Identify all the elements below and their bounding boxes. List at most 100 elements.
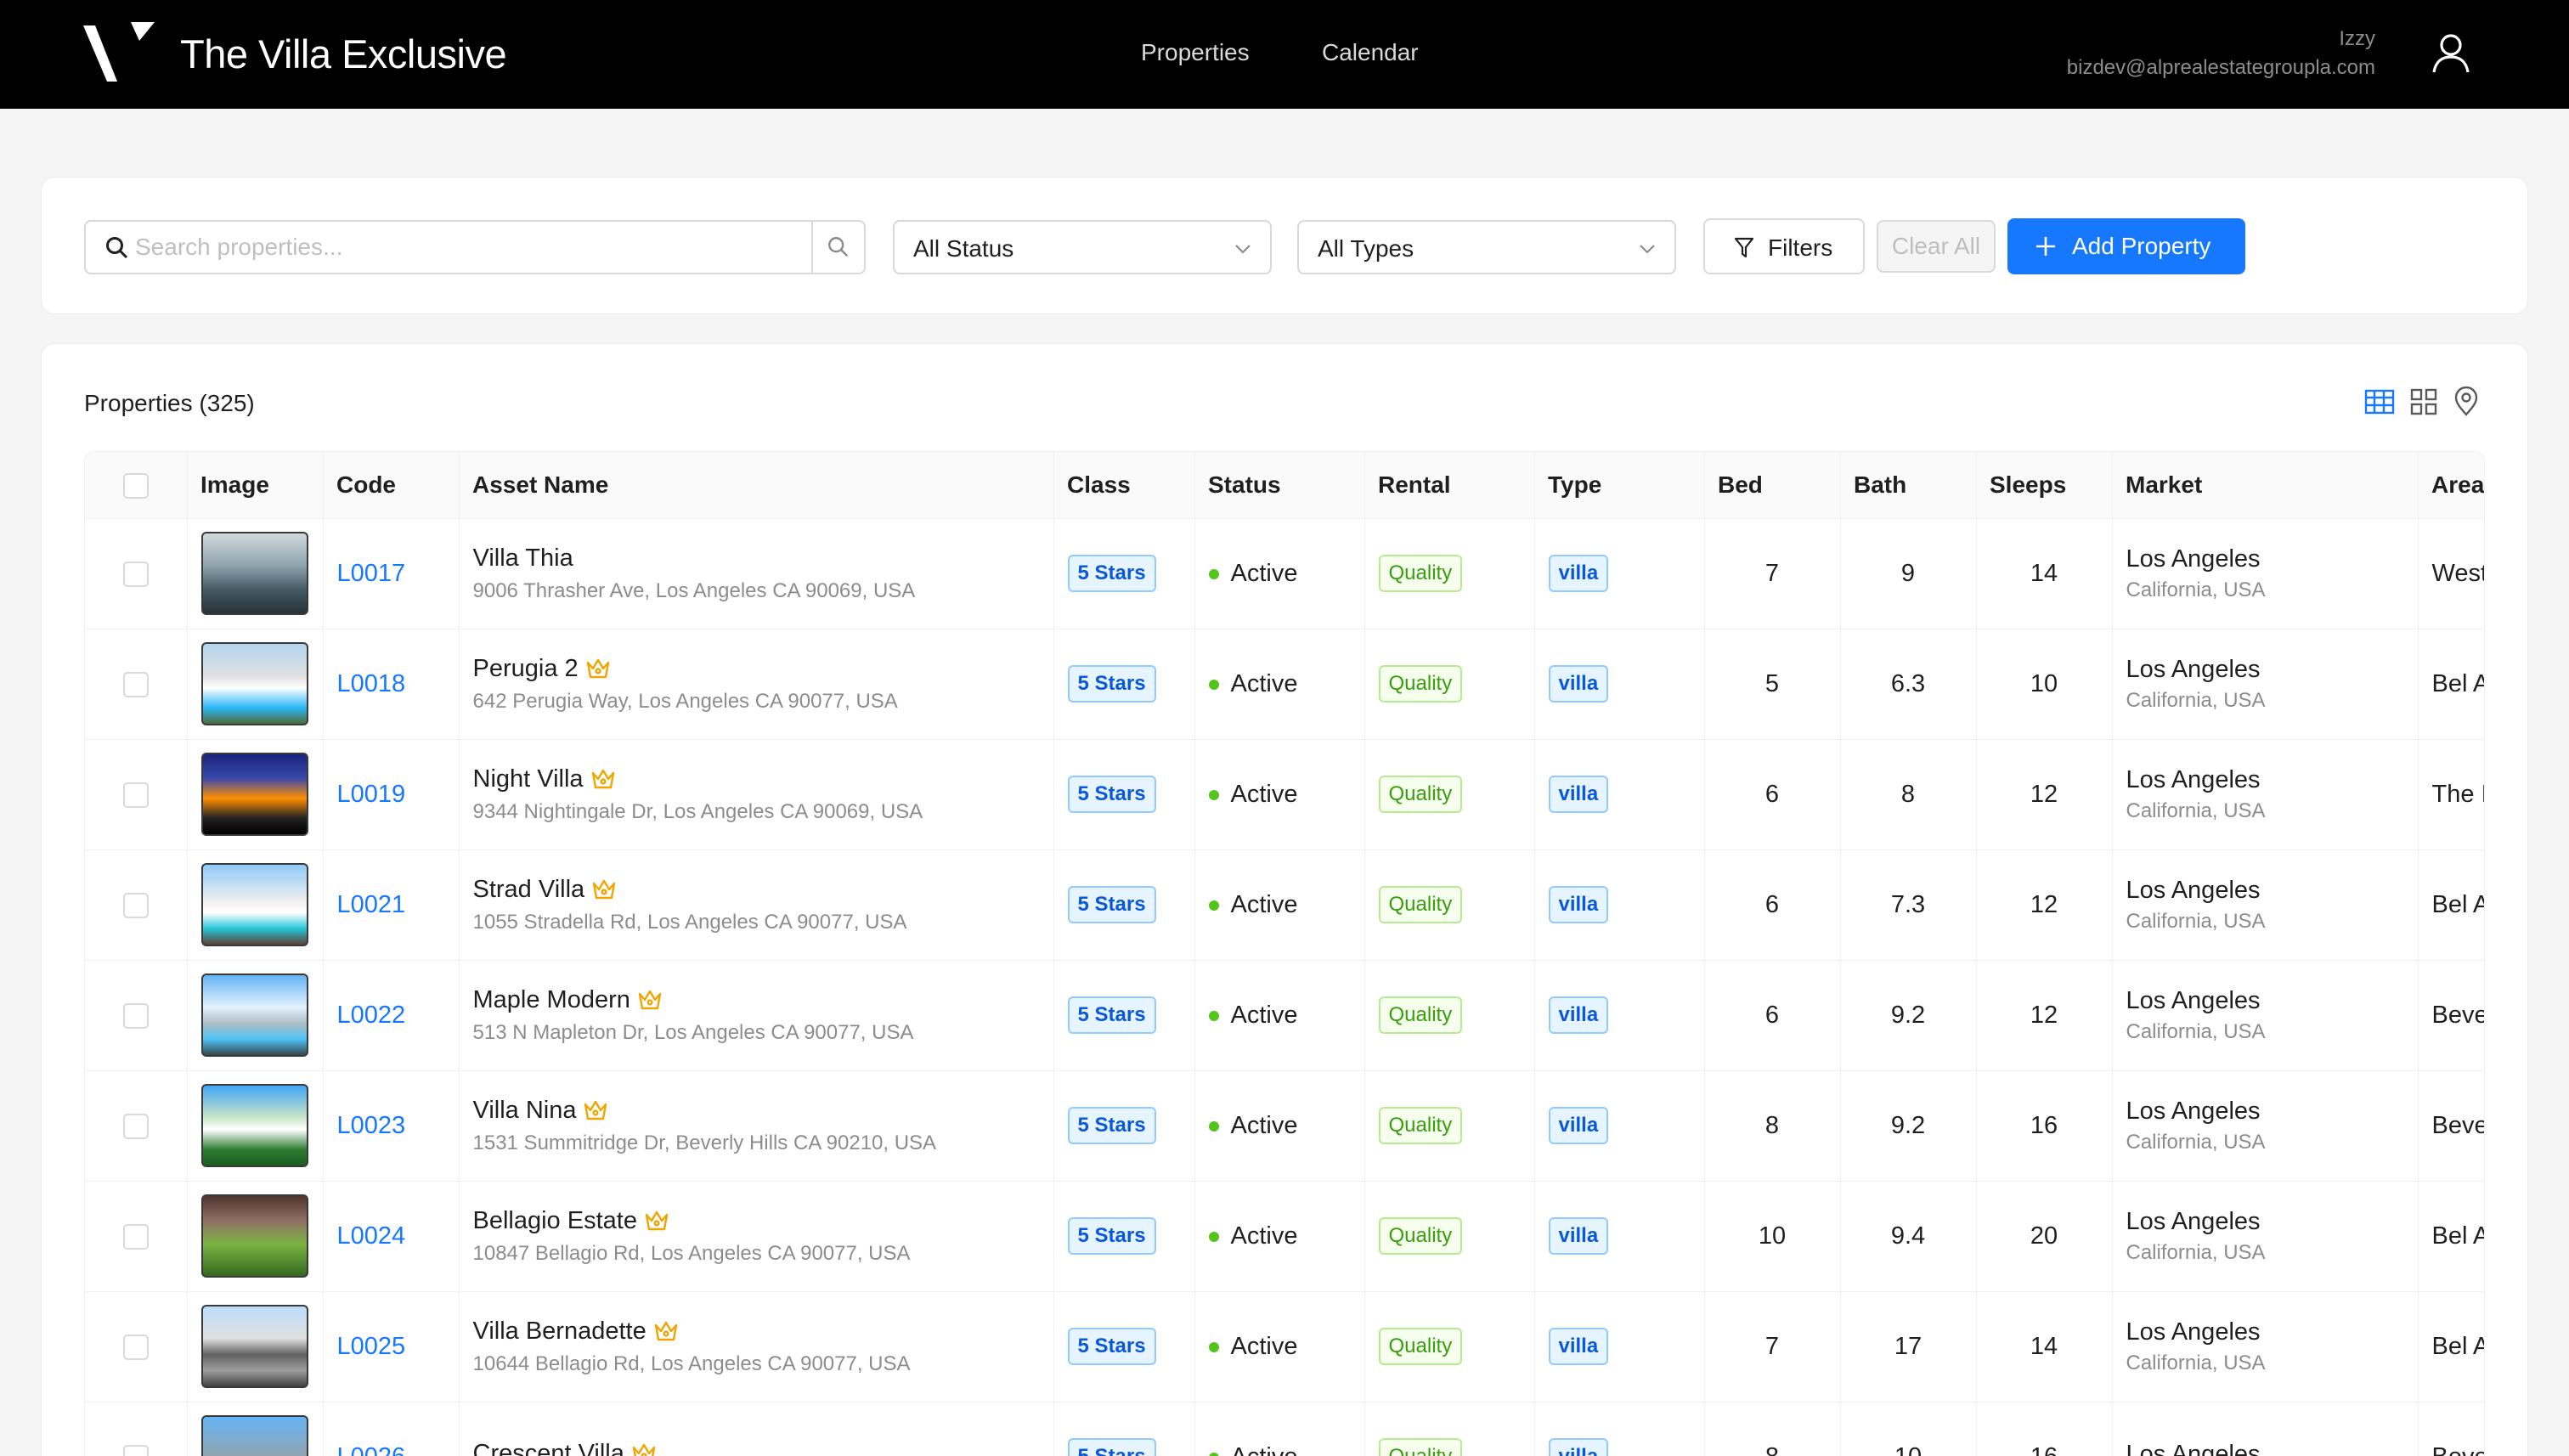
properties-table: Image Code Asset Name Class Status Renta… (85, 452, 2484, 1456)
type-select-value: All Types (1318, 235, 1414, 262)
row-checkbox[interactable] (122, 1002, 149, 1029)
asset-name[interactable]: Villa Bernadette (473, 1318, 1040, 1346)
asset-name-text: Villa Bernadette (472, 1317, 646, 1345)
property-thumbnail[interactable] (200, 532, 308, 615)
row-code-cell: L0022 (323, 960, 460, 1071)
asset-name[interactable]: Perugia 2 (473, 655, 1040, 683)
col-header-code[interactable]: Code (323, 452, 459, 519)
table-row[interactable]: L0023 Villa Nina 1531 Summitridge Dr, Be… (85, 1070, 2484, 1182)
status-select-value: All Status (913, 235, 1014, 262)
row-type-cell: villa (1534, 849, 1705, 961)
row-select-cell (85, 629, 188, 740)
row-code-cell: L0018 (323, 629, 460, 740)
property-code-link[interactable]: L0021 (337, 891, 406, 918)
status-select[interactable]: All Status (893, 220, 1272, 274)
row-checkbox[interactable] (122, 892, 149, 918)
col-header-rental[interactable]: Rental (1364, 452, 1534, 519)
col-header-area[interactable]: Area (2418, 452, 2484, 519)
col-header-image[interactable]: Image (187, 452, 323, 519)
row-market-cell: Los Angeles California, USA (2112, 629, 2419, 740)
row-rental-cell: Quality (1364, 849, 1535, 961)
type-tag: villa (1548, 1438, 1609, 1456)
asset-name[interactable]: Villa Thia (473, 545, 1040, 573)
asset-name[interactable]: Bellagio Estate (473, 1207, 1040, 1235)
col-header-bed[interactable]: Bed (1704, 452, 1840, 519)
row-checkbox[interactable] (122, 782, 149, 808)
col-header-type[interactable]: Type (1534, 452, 1704, 519)
asset-name[interactable]: Villa Nina (473, 1097, 1040, 1125)
property-thumbnail[interactable] (200, 1084, 308, 1167)
rental-tag: Quality (1378, 886, 1463, 923)
col-header-market[interactable]: Market (2112, 452, 2418, 519)
asset-name-text: Villa Thia (472, 544, 573, 572)
col-header-status[interactable]: Status (1194, 452, 1364, 519)
clear-all-button[interactable]: Clear All (1877, 220, 1996, 273)
row-checkbox[interactable] (122, 1223, 149, 1250)
property-thumbnail[interactable] (200, 1305, 308, 1388)
row-checkbox[interactable] (122, 671, 149, 697)
property-thumbnail[interactable] (200, 1194, 308, 1278)
property-thumbnail[interactable] (200, 642, 308, 725)
property-code-link[interactable]: L0019 (337, 781, 406, 808)
asset-name[interactable]: Strad Villa (473, 876, 1040, 904)
row-class-cell: 5 Stars (1053, 1291, 1195, 1402)
search-button[interactable] (811, 222, 864, 273)
select-all-checkbox[interactable] (123, 473, 149, 499)
add-property-button[interactable]: Add Property (2007, 218, 2245, 274)
status-text: Active (1230, 890, 1298, 918)
property-code-link[interactable]: L0023 (337, 1112, 406, 1139)
area-cell: Beve (2418, 1402, 2484, 1456)
table-row[interactable]: L0025 Villa Bernadette 10644 Bellagio Rd… (85, 1291, 2484, 1402)
row-checkbox[interactable] (122, 1444, 149, 1456)
asset-name[interactable]: Maple Modern (473, 986, 1040, 1014)
nav-properties[interactable]: Properties (1141, 39, 1250, 66)
row-checkbox[interactable] (122, 561, 149, 587)
col-header-class[interactable]: Class (1053, 452, 1194, 519)
table-row[interactable]: L0018 Perugia 2 642 Perugia Way, Los Ang… (85, 629, 2484, 740)
search-icon (828, 237, 849, 257)
class-tag: 5 Stars (1067, 776, 1156, 813)
table-row[interactable]: L0022 Maple Modern 513 N Mapleton Dr, Lo… (85, 960, 2484, 1071)
property-thumbnail[interactable] (200, 973, 308, 1057)
table-row[interactable]: L0019 Night Villa 9344 Nightingale Dr, L… (85, 739, 2484, 850)
property-code-link[interactable]: L0026 (337, 1443, 406, 1456)
brand-logo-icon[interactable] (83, 22, 155, 85)
col-header-sleeps[interactable]: Sleeps (1976, 452, 2112, 519)
row-type-cell: villa (1534, 1291, 1705, 1402)
user-icon[interactable] (2430, 32, 2472, 75)
property-thumbnail[interactable] (200, 753, 308, 836)
type-tag: villa (1548, 1328, 1609, 1365)
table-row[interactable]: L0024 Bellagio Estate 10847 Bellagio Rd,… (85, 1181, 2484, 1292)
bath-count: 8 (1840, 739, 1977, 850)
property-code-link[interactable]: L0018 (337, 670, 406, 697)
map-pin-icon[interactable] (2451, 387, 2481, 417)
asset-name[interactable]: Night Villa (473, 765, 1040, 793)
asset-name-text: Villa Nina (472, 1096, 577, 1124)
property-code-link[interactable]: L0025 (337, 1333, 406, 1360)
nav-calendar[interactable]: Calendar (1322, 39, 1419, 66)
property-code-link[interactable]: L0017 (337, 560, 406, 587)
search-input[interactable] (135, 229, 798, 266)
table-row[interactable]: L0017 Villa Thia 9006 Thrasher Ave, Los … (85, 518, 2484, 629)
property-thumbnail[interactable] (200, 863, 308, 946)
property-code-link[interactable]: L0022 (337, 1002, 406, 1029)
row-status-cell: Active (1194, 1291, 1365, 1402)
row-asset-cell: Villa Nina 1531 Summitridge Dr, Beverly … (459, 1070, 1054, 1182)
asset-name[interactable]: Crescent Villa (473, 1440, 1040, 1456)
table-row[interactable]: L0026 Crescent Villa 5 Stars Active Qual… (85, 1402, 2484, 1456)
row-checkbox[interactable] (122, 1334, 149, 1360)
row-market-cell: Los Angeles California, USA (2112, 960, 2419, 1071)
row-checkbox[interactable] (122, 1113, 149, 1139)
type-select[interactable]: All Types (1297, 220, 1676, 274)
filters-button[interactable]: Filters (1703, 218, 1865, 274)
brand-title[interactable]: The Villa Exclusive (180, 31, 507, 77)
property-code-link[interactable]: L0024 (337, 1222, 406, 1250)
table-view-icon[interactable] (2364, 387, 2395, 417)
col-header-bath[interactable]: Bath (1840, 452, 1976, 519)
property-thumbnail[interactable] (200, 1415, 308, 1456)
table-row[interactable]: L0021 Strad Villa 1055 Stradella Rd, Los… (85, 849, 2484, 961)
market-city: Los Angeles (2126, 545, 2261, 573)
row-select-cell (85, 960, 188, 1071)
grid-view-icon[interactable] (2408, 387, 2439, 417)
col-header-asset-name[interactable]: Asset Name (459, 452, 1053, 519)
